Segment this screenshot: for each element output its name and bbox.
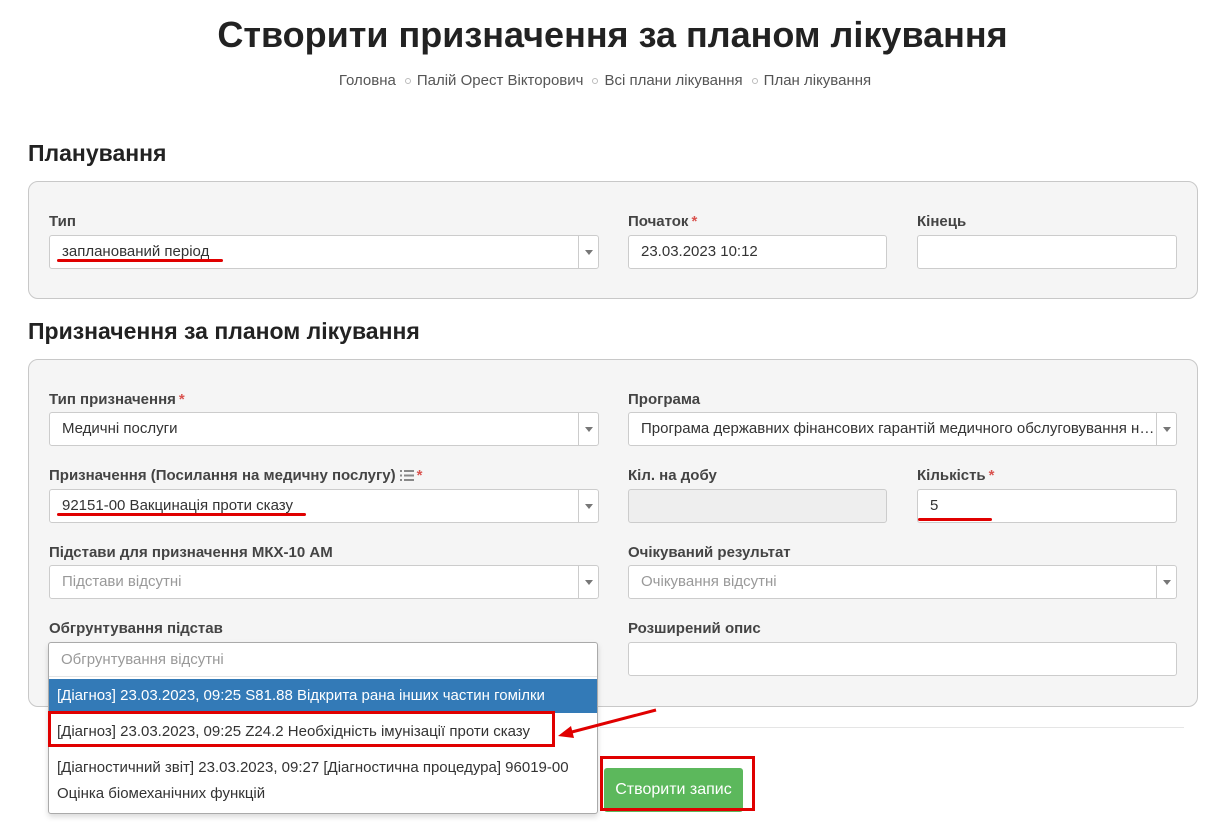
chevron-down-icon[interactable] (1156, 413, 1176, 445)
dropdown-option[interactable]: [Діагноз] 23.03.2023, 09:25 S81.88 Відкр… (49, 679, 597, 713)
breadcrumb: Головна Палій Орест Вікторович Всі плани л… (0, 72, 1210, 89)
chevron-down-icon[interactable] (578, 236, 598, 268)
quantity-label: Кількість * (917, 467, 995, 484)
annotation-highlight-box (600, 756, 755, 811)
annotation-underline (57, 259, 223, 262)
start-datetime-input[interactable]: 23.03.2023 10:12 (628, 235, 887, 269)
annotation-underline (57, 513, 306, 516)
chevron-down-icon[interactable] (1156, 566, 1176, 598)
breadcrumb-separator-icon (404, 77, 411, 84)
dropdown-option[interactable]: [Діагностичний звіт] 23.03.2023, 09:27 [… (49, 755, 597, 809)
reasons-label: Підстави для призначення МКХ-10 АМ (49, 544, 333, 561)
end-datetime-input[interactable] (917, 235, 1177, 269)
annotation-arrow-icon (558, 708, 657, 738)
end-label: Кінець (917, 213, 967, 230)
breadcrumb-plan[interactable]: План лікування (764, 72, 871, 89)
chevron-down-icon[interactable] (578, 566, 598, 598)
annotation-highlight-box (48, 711, 555, 747)
appointment-type-select[interactable]: Медичні послуги (49, 412, 599, 446)
appointment-type-label: Тип призначення * (49, 391, 185, 408)
justification-search-input[interactable]: Обгрунтування відсутні (49, 643, 597, 677)
extended-description-label: Розширений опис (628, 620, 761, 637)
reasons-select[interactable]: Підстави відсутні (49, 565, 599, 599)
breadcrumb-all-plans[interactable]: Всі плани лікування (604, 72, 742, 89)
form-divider (600, 727, 1184, 728)
chevron-down-icon[interactable] (578, 413, 598, 445)
expected-result-select[interactable]: Очікування відсутні (628, 565, 1177, 599)
service-select[interactable]: 92151-00 Вакцинація проти сказу (49, 489, 599, 523)
type-label: Тип (49, 213, 76, 230)
annotation-underline (918, 518, 992, 521)
type-select-value: запланований період (62, 243, 210, 260)
per-day-label: Кіл. на добу (628, 467, 717, 484)
breadcrumb-patient[interactable]: Палій Орест Вікторович (417, 72, 584, 89)
type-select[interactable]: запланований період (49, 235, 599, 269)
extended-description-input[interactable] (628, 642, 1177, 676)
breadcrumb-separator-icon (592, 77, 599, 84)
planning-panel: Тип запланований період Початок * 23.03.2… (28, 181, 1198, 299)
list-icon[interactable] (399, 470, 414, 481)
justification-label: Обгрунтування підстав (49, 620, 223, 637)
page-title: Створити призначення за планом лікування (217, 14, 1008, 55)
breadcrumb-home[interactable]: Головна (339, 72, 396, 89)
program-select[interactable]: Програма державних фінансових гарантій м… (628, 412, 1177, 446)
appointment-section-title: Призначення за планом лікування (28, 318, 420, 344)
service-label: Призначення (Посилання на медичну послуг… (49, 467, 423, 484)
chevron-down-icon[interactable] (578, 490, 598, 522)
per-day-input (628, 489, 887, 523)
start-label: Початок * (628, 213, 698, 230)
planning-section-title: Планування (28, 140, 167, 166)
breadcrumb-separator-icon (751, 77, 758, 84)
program-label: Програма (628, 391, 701, 408)
expected-result-label: Очікуваний результат (628, 544, 791, 561)
